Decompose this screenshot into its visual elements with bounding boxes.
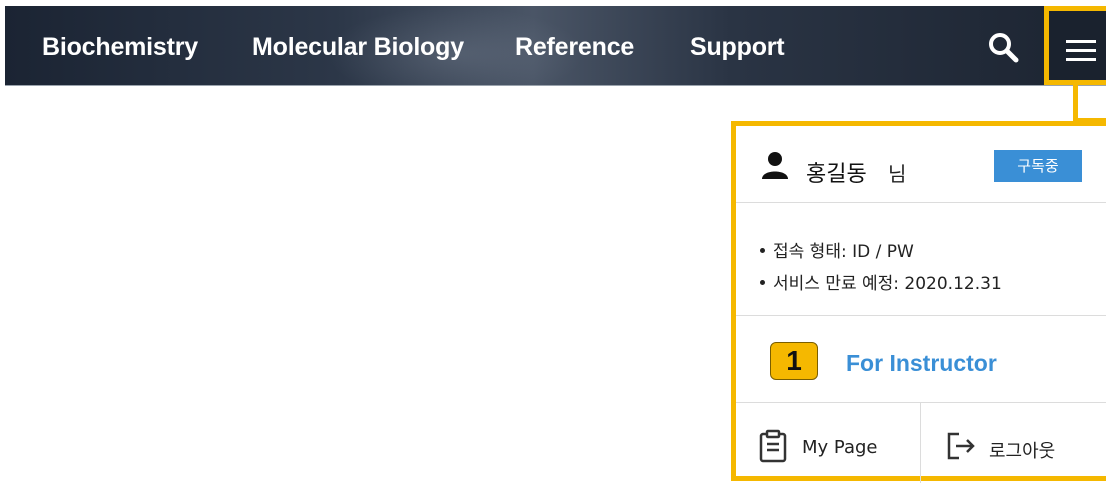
expiry-text: 서비스 만료 예정: 2020.12.31 <box>773 274 1002 294</box>
subscription-badge: 구독중 <box>994 150 1082 182</box>
logout-icon <box>945 431 977 461</box>
bullet <box>760 279 765 285</box>
logout-label: 로그아웃 <box>989 441 1056 462</box>
step-number-badge: 1 <box>770 342 818 380</box>
user-honorific: 님 <box>888 162 907 186</box>
account-info: 접속 형태: ID / PW 서비스 만료 예정: 2020.12.31 <box>736 203 1106 316</box>
menu-icon-bar <box>1066 58 1096 61</box>
for-instructor-link[interactable]: For Instructor <box>846 350 997 377</box>
my-page-button[interactable]: My Page <box>736 403 921 483</box>
search-icon[interactable] <box>986 30 1022 66</box>
expiry-line: 서비스 만료 예정: 2020.12.31 <box>760 269 1002 294</box>
user-info-row: 홍길동 님 구독중 <box>736 126 1106 203</box>
logout-button[interactable]: 로그아웃 <box>921 403 1106 483</box>
access-type-text: 접속 형태: ID / PW <box>773 242 914 262</box>
user-menu-panel: 홍길동 님 구독중 접속 형태: ID / PW 서비스 만료 예정: 2020… <box>731 121 1106 483</box>
menu-icon-bar <box>1066 49 1096 52</box>
access-type-line: 접속 형태: ID / PW <box>760 237 914 262</box>
nav-molecular-biology[interactable]: Molecular Biology <box>252 33 464 62</box>
hamburger-menu-icon <box>1066 40 1096 43</box>
instructor-row: 1 For Instructor <box>736 316 1106 403</box>
user-name: 홍길동 <box>806 162 867 187</box>
clipboard-icon <box>758 429 788 463</box>
panel-actions: My Page 로그아웃 <box>736 403 1106 483</box>
my-page-label: My Page <box>802 437 878 458</box>
top-navbar: Biochemistry Molecular Biology Reference… <box>5 6 1106 86</box>
bullet <box>760 247 765 253</box>
nav-support[interactable]: Support <box>690 33 785 62</box>
nav-biochemistry[interactable]: Biochemistry <box>42 33 198 62</box>
hamburger-menu-button[interactable] <box>1044 6 1106 85</box>
user-icon <box>760 150 790 180</box>
highlight-connector <box>1073 85 1078 122</box>
nav-reference[interactable]: Reference <box>515 33 634 62</box>
